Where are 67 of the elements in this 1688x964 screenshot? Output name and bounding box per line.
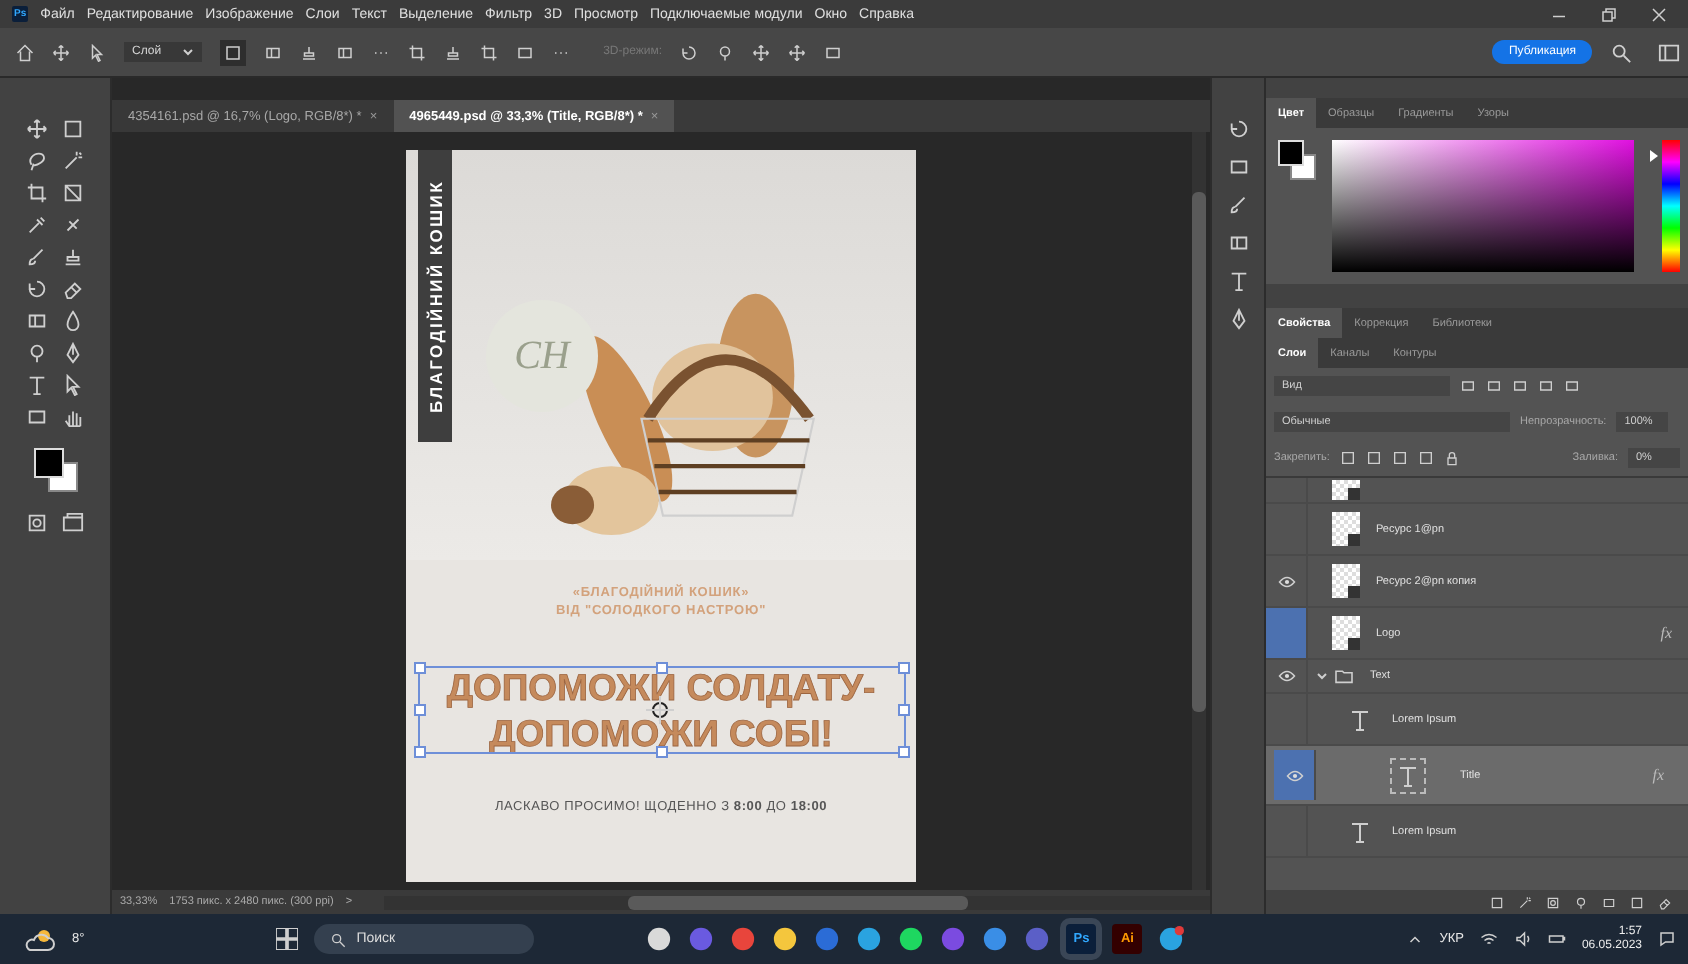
search-icon bbox=[330, 931, 347, 947]
poster-title: ДОПОМОЖИ СОЛДАТУ- bbox=[446, 664, 876, 710]
color-swatches[interactable] bbox=[33, 448, 77, 492]
eye-icon bbox=[1285, 769, 1303, 781]
vertical-scrollbar[interactable] bbox=[1192, 132, 1206, 890]
layer-row[interactable] bbox=[1266, 478, 1688, 504]
visibility-toggle[interactable] bbox=[1266, 608, 1308, 658]
drop-icon[interactable] bbox=[61, 310, 83, 332]
visibility-toggle[interactable] bbox=[1274, 750, 1316, 800]
magic-wand-icon[interactable] bbox=[61, 150, 83, 172]
search-icon[interactable] bbox=[1610, 41, 1632, 63]
caret-icon bbox=[181, 48, 194, 56]
eyedropper-icon[interactable] bbox=[25, 214, 47, 236]
history-icon[interactable] bbox=[1227, 118, 1249, 140]
eye-icon bbox=[1277, 575, 1295, 587]
notification-icon[interactable] bbox=[1658, 930, 1676, 948]
stamp-icon[interactable] bbox=[61, 246, 83, 268]
cloud-icon bbox=[24, 927, 56, 951]
lasso-tool-icon[interactable] bbox=[25, 150, 47, 172]
layer-thumbnail bbox=[1332, 512, 1360, 546]
mask-icon[interactable] bbox=[1546, 895, 1560, 909]
dodge-tool-icon[interactable] bbox=[25, 342, 47, 364]
color-swatches[interactable] bbox=[1278, 140, 1317, 180]
wifi-icon[interactable] bbox=[1479, 930, 1498, 948]
move-tool-icon[interactable] bbox=[52, 43, 70, 61]
lock-icon[interactable] bbox=[1443, 450, 1460, 466]
effects-indicator[interactable]: fx bbox=[1660, 624, 1672, 642]
history-brush-icon[interactable] bbox=[25, 278, 47, 300]
app-icon[interactable] bbox=[982, 926, 1009, 952]
move-tool-icon[interactable] bbox=[25, 118, 47, 140]
close-icon[interactable] bbox=[1650, 5, 1668, 23]
transform-selection-box[interactable] bbox=[417, 666, 905, 754]
ribbon-text: БЛАГОДІЙНИЙ КОШИК bbox=[425, 179, 445, 413]
pointer-icon[interactable] bbox=[88, 43, 106, 61]
frame-tool-icon[interactable] bbox=[61, 182, 83, 204]
horizontal-scrollbar[interactable] bbox=[384, 895, 1210, 909]
app-icon[interactable] bbox=[940, 926, 967, 952]
home-icon[interactable] bbox=[16, 43, 34, 61]
poster-title: ДОПОМОЖИ СОБІ! bbox=[489, 710, 833, 756]
brush-settings-icon[interactable] bbox=[1227, 194, 1249, 216]
color-picker-field[interactable] bbox=[1332, 140, 1634, 272]
expand-caret-icon[interactable] bbox=[1316, 670, 1328, 682]
windows-start-icon[interactable] bbox=[276, 928, 299, 950]
panel-layout-icon[interactable] bbox=[1658, 41, 1680, 63]
hand-icon[interactable] bbox=[61, 406, 83, 428]
eraser-icon[interactable] bbox=[61, 278, 83, 300]
hue-slider-thumb[interactable] bbox=[1650, 149, 1658, 162]
pointer-icon[interactable] bbox=[61, 374, 83, 396]
grid-icon[interactable] bbox=[219, 39, 246, 65]
pen-tool-icon[interactable] bbox=[61, 342, 83, 364]
quick-mask-icon[interactable] bbox=[25, 512, 47, 534]
speaker-icon[interactable] bbox=[1513, 930, 1532, 948]
restore-icon[interactable] bbox=[1600, 5, 1618, 23]
type-tool-icon[interactable] bbox=[25, 374, 47, 396]
battery-icon[interactable] bbox=[1547, 930, 1566, 948]
marquee-tool-icon[interactable] bbox=[61, 118, 83, 140]
character-icon[interactable] bbox=[1227, 270, 1249, 292]
screen-mode-icon[interactable] bbox=[61, 512, 83, 534]
new-layer-icon[interactable] bbox=[1630, 895, 1644, 909]
layer-thumbnail bbox=[1332, 616, 1360, 650]
gradient-tool-icon[interactable] bbox=[25, 310, 47, 332]
rectangle-tool-icon[interactable] bbox=[25, 406, 47, 428]
layer-thumbnail bbox=[1332, 564, 1360, 598]
text-layer-icon bbox=[1392, 759, 1424, 791]
eye-icon bbox=[1277, 670, 1295, 682]
orbit-icon[interactable] bbox=[680, 43, 699, 61]
crop-tool-icon[interactable] bbox=[25, 182, 47, 204]
